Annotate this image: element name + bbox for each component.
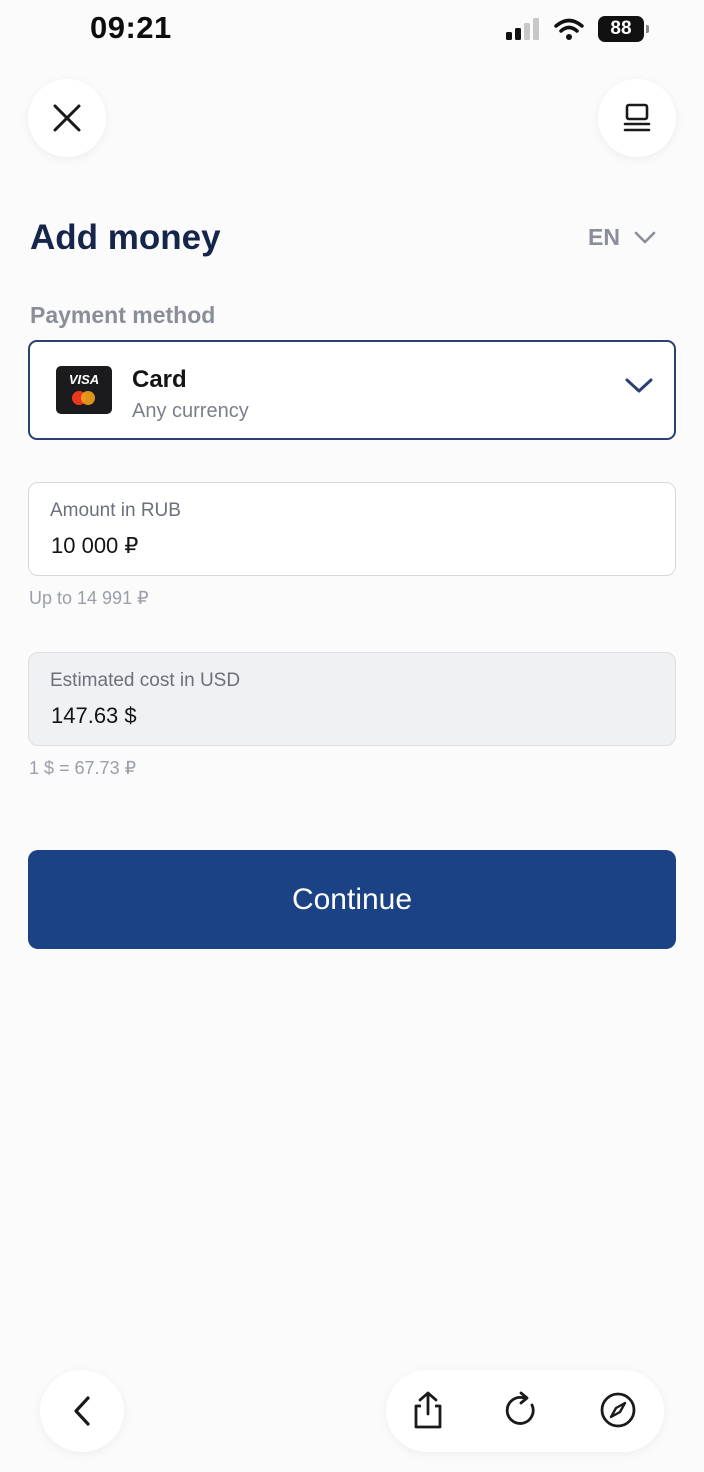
amount-input[interactable]: 10 000 ₽ (51, 533, 138, 559)
payment-method-subtitle: Any currency (132, 400, 249, 422)
amount-limit-hint: Up to 14 991 ₽ (29, 588, 149, 608)
cellular-signal-icon (506, 18, 539, 40)
reload-icon (505, 1391, 535, 1425)
battery-level: 88 (610, 18, 632, 39)
page-title: Add money (30, 218, 221, 257)
menu-icon (623, 103, 651, 132)
reload-button[interactable] (502, 1390, 542, 1430)
card-logo-icon: VISA (56, 366, 112, 414)
compass-button[interactable] (598, 1390, 638, 1430)
share-icon (414, 1391, 442, 1429)
status-time: 09:21 (90, 10, 172, 45)
back-icon (74, 1396, 90, 1426)
continue-label: Continue (291, 882, 413, 916)
visa-logo-text: VISA (68, 372, 100, 387)
menu-button[interactable] (598, 79, 676, 157)
language-label: EN (588, 224, 620, 250)
add-money-screen: 09:21 88 Add money EN Payment method VIS… (0, 0, 704, 1472)
close-button[interactable] (28, 79, 106, 157)
wifi-icon (554, 18, 584, 40)
mastercard-orange-circle (81, 391, 95, 405)
compass-icon (600, 1392, 636, 1428)
payment-method-label: Payment method (30, 302, 216, 328)
chevron-down-icon (634, 231, 656, 243)
exchange-rate-hint: 1 $ = 67.73 ₽ (29, 758, 137, 778)
status-bar: 09:21 88 (0, 0, 704, 60)
payment-method-title: Card (132, 366, 187, 393)
amount-field[interactable]: Amount in RUB 10 000 ₽ (28, 482, 676, 576)
chevron-down-icon (625, 378, 653, 393)
browser-toolbar (386, 1370, 664, 1452)
amount-label: Amount in RUB (50, 500, 181, 521)
share-button[interactable] (408, 1390, 448, 1430)
continue-button[interactable]: Continue (28, 850, 676, 949)
estimated-cost-label: Estimated cost in USD (50, 670, 241, 691)
payment-method-select[interactable]: VISA Card Any currency (28, 340, 676, 440)
battery-icon: 88 (598, 16, 649, 42)
estimated-cost-field: Estimated cost in USD 147.63 $ (28, 652, 676, 746)
close-icon (53, 104, 81, 132)
language-selector[interactable]: EN (588, 224, 656, 251)
status-icons: 88 (506, 14, 649, 44)
back-button[interactable] (40, 1370, 124, 1452)
estimated-cost-value: 147.63 $ (51, 703, 137, 728)
